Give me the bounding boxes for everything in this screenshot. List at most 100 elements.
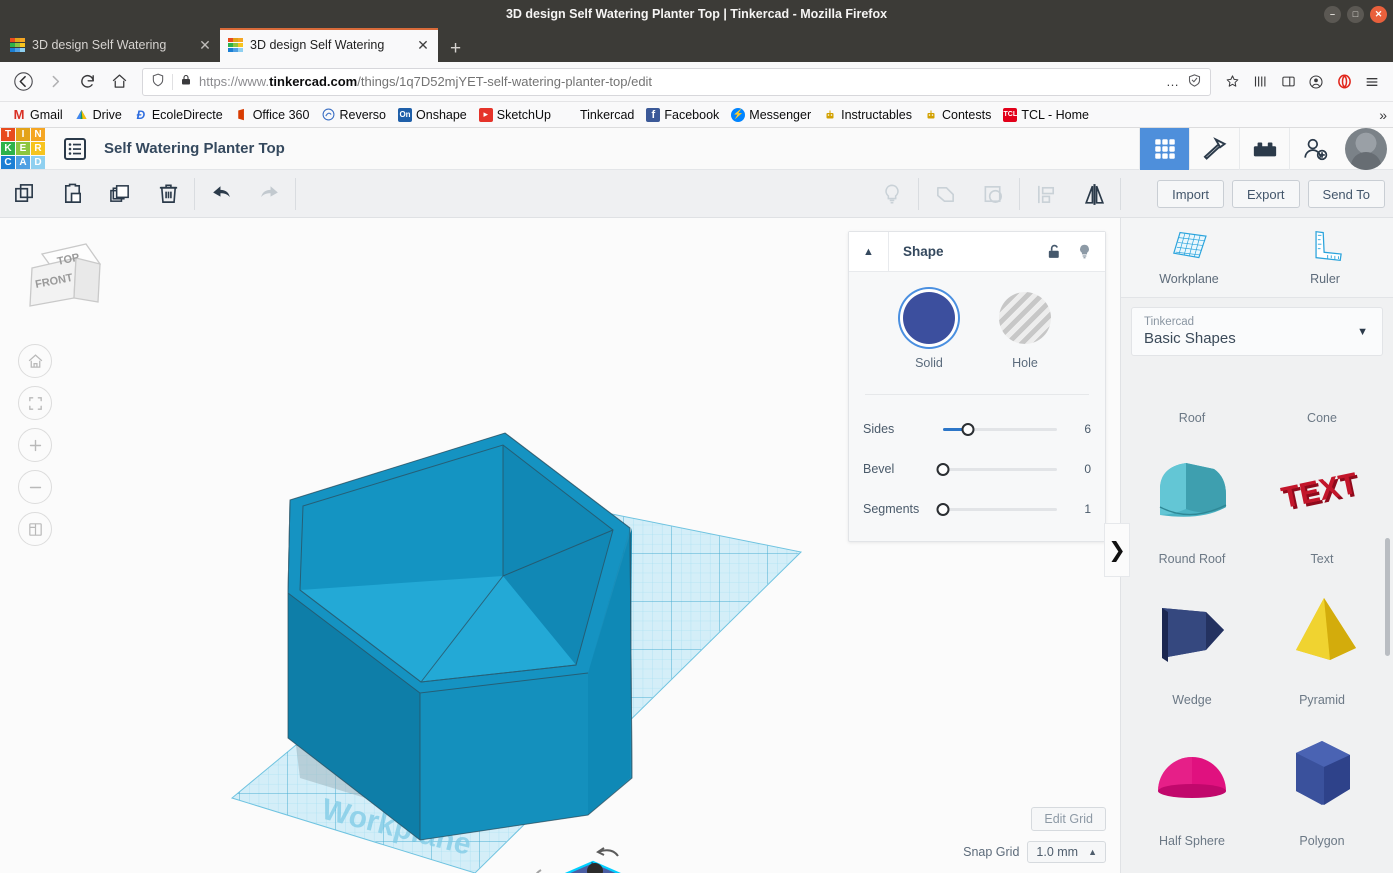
ortho-view-icon[interactable] (18, 512, 52, 546)
back-button[interactable] (8, 67, 38, 97)
bookmark-onshape[interactable]: On Onshape (392, 104, 473, 126)
project-panel-toggle[interactable] (58, 128, 92, 170)
opera-icon[interactable] (1331, 69, 1357, 95)
selection-handles (587, 863, 603, 873)
zoom-in-icon[interactable] (18, 428, 52, 462)
shape-item-roof[interactable]: Roof (1127, 387, 1257, 433)
url-domain: tinkercad.com (269, 74, 358, 89)
shape-item-pyramid[interactable]: Pyramid (1257, 574, 1387, 715)
blocks-icon[interactable] (1239, 128, 1289, 170)
forward-button[interactable] (40, 67, 70, 97)
align-icon[interactable] (1022, 170, 1070, 218)
bookmark-contests[interactable]: Contests (918, 104, 997, 126)
delete-icon[interactable] (144, 170, 192, 218)
solid-mode-option[interactable]: Solid (903, 292, 955, 370)
group-icon[interactable] (921, 170, 969, 218)
page-title[interactable]: Self Watering Planter Top (104, 140, 285, 157)
user-avatar[interactable] (1345, 128, 1387, 170)
shape-item-round-roof[interactable]: Round Roof (1127, 433, 1257, 574)
bookmark-messenger[interactable]: ⚡ Messenger (725, 104, 817, 126)
text-thumb: TEXT TEXT (1257, 433, 1387, 548)
bookmark-reverso[interactable]: Reverso (315, 104, 392, 126)
bookmark-gmail[interactable]: M Gmail (6, 104, 69, 126)
edit-grid-button[interactable]: Edit Grid (1031, 807, 1106, 831)
minimize-button[interactable]: – (1324, 5, 1341, 23)
office-icon (235, 108, 249, 122)
reload-button[interactable] (72, 67, 102, 97)
light-bulb-icon[interactable] (868, 170, 916, 218)
shape-category-select[interactable]: Tinkercad Basic Shapes ▼ (1131, 307, 1383, 356)
zoom-out-icon[interactable] (18, 470, 52, 504)
account-icon[interactable] (1303, 69, 1329, 95)
shape-item-half-sphere[interactable]: Half Sphere (1127, 715, 1257, 856)
sides-slider[interactable] (943, 422, 1057, 436)
redo-icon[interactable] (245, 170, 293, 218)
hole-mode-option[interactable]: Hole (999, 292, 1051, 370)
tinker-hammer-icon[interactable] (1189, 128, 1239, 170)
shape-item-wedge[interactable]: Wedge (1127, 574, 1257, 715)
bookmark-tinkercad[interactable]: Tinkercad (557, 104, 640, 126)
duplicate-icon[interactable] (96, 170, 144, 218)
library-scrollbar[interactable] (1385, 538, 1390, 656)
url-text[interactable]: https://www.tinkercad.com/things/1q7D52m… (199, 74, 1159, 89)
mirror-icon[interactable] (1070, 170, 1118, 218)
shape-grid[interactable]: Roof Cone Round Roof TEXT TEXT Text Wedg… (1121, 387, 1393, 873)
bookmark-ecoledirecte[interactable]: Ɖ EcoleDirecte (128, 104, 229, 126)
bookmark-office360[interactable]: Office 360 (229, 104, 316, 126)
reader-mode-icon[interactable] (1187, 73, 1202, 91)
bevel-slider[interactable] (936, 462, 1057, 476)
close-button[interactable]: ✕ (1370, 5, 1387, 23)
workplane-tool[interactable]: Workplane (1121, 218, 1257, 297)
lock-icon[interactable] (180, 73, 192, 90)
shape-label: Polygon (1299, 834, 1345, 848)
home-button[interactable] (104, 67, 134, 97)
import-button[interactable]: Import (1157, 180, 1224, 208)
ruler-tool[interactable]: Ruler (1257, 218, 1393, 297)
fit-view-icon[interactable] (18, 386, 52, 420)
library-icon[interactable] (1247, 69, 1273, 95)
shape-item-text[interactable]: TEXT TEXT Text (1257, 433, 1387, 574)
send-to-button[interactable]: Send To (1307, 180, 1385, 208)
ungroup-icon[interactable] (969, 170, 1017, 218)
export-button[interactable]: Export (1231, 180, 1300, 208)
sidebar-icon[interactable] (1275, 69, 1301, 95)
collapse-panel-icon[interactable]: ▲ (849, 231, 889, 272)
browser-tab-1[interactable]: 3D design Self Watering ✕ (2, 28, 220, 62)
shape-item-polygon[interactable]: Polygon (1257, 715, 1387, 856)
bookmark-instructables[interactable]: Instructables (817, 104, 918, 126)
messenger-icon: ⚡ (731, 107, 746, 122)
browser-tab-2[interactable]: 3D design Self Watering ✕ (220, 28, 438, 62)
bookmark-facebook[interactable]: f Facebook (640, 104, 725, 126)
light-bulb-icon[interactable] (1071, 232, 1105, 272)
3d-canvas[interactable]: Workplane TOP FRONT ▲ Shape Solid Hole S… (0, 218, 1120, 873)
bookmark-drive[interactable]: Drive (69, 104, 128, 126)
bookmark-label: Instructables (841, 107, 912, 122)
tab-close-icon[interactable]: ✕ (198, 37, 212, 54)
view-cube[interactable]: TOP FRONT (18, 238, 104, 322)
grid-view-icon[interactable] (1139, 128, 1189, 170)
tab-close-icon[interactable]: ✕ (416, 37, 430, 54)
snap-grid-select[interactable]: 1.0 mm ▲ (1027, 841, 1106, 863)
segments-slider[interactable] (936, 502, 1057, 516)
bookmark-tcl-home[interactable]: TCL TCL - Home (997, 104, 1095, 126)
unlock-icon[interactable] (1037, 232, 1071, 272)
home-view-icon[interactable] (18, 344, 52, 378)
bookmark-star-icon[interactable] (1219, 69, 1245, 95)
app-header: TINKERCAD Self Watering Planter Top (0, 127, 1393, 170)
undo-icon[interactable] (197, 170, 245, 218)
tinkercad-logo[interactable]: TINKERCAD (0, 127, 46, 170)
bookmarks-overflow-icon[interactable]: » (1379, 107, 1387, 123)
bookmark-sketchup[interactable]: ▸ SketchUp (473, 104, 557, 126)
shape-item-cone[interactable]: Cone (1257, 387, 1387, 433)
url-bar[interactable]: https://www.tinkercad.com/things/1q7D52m… (142, 67, 1211, 96)
add-user-icon[interactable] (1289, 128, 1339, 170)
wedge-thumb (1127, 574, 1257, 689)
hamburger-menu-icon[interactable] (1359, 69, 1385, 95)
library-panel-handle[interactable]: ❯ (1104, 523, 1130, 577)
maximize-button[interactable]: □ (1347, 5, 1364, 23)
copy-icon[interactable] (0, 170, 48, 218)
paste-icon[interactable] (48, 170, 96, 218)
shield-icon[interactable] (151, 73, 165, 90)
new-tab-button[interactable]: + (438, 39, 473, 62)
page-actions-icon[interactable]: … (1166, 74, 1180, 89)
